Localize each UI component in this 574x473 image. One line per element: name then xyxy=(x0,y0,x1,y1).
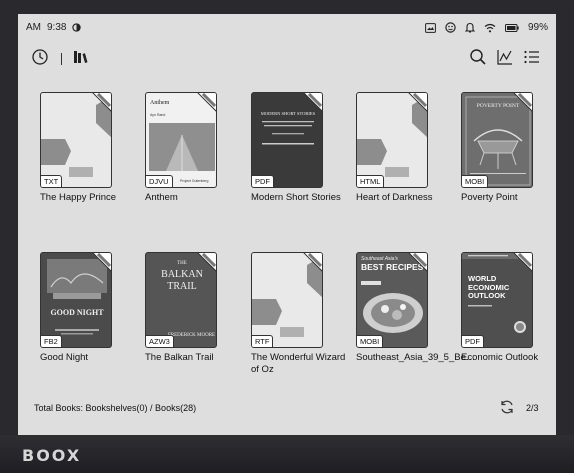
book-title: Heart of Darkness xyxy=(356,192,433,203)
am-pm-label: AM xyxy=(26,22,41,33)
format-badge: TXT xyxy=(41,175,63,187)
format-badge: PDF xyxy=(462,335,484,347)
sync-status-icon xyxy=(72,23,82,32)
chart-icon[interactable] xyxy=(496,48,518,70)
format-badge: PDF xyxy=(252,175,274,187)
screen: AM 9:38 99% TXT The Happy Prince Anthem … xyxy=(18,14,556,435)
book-title: Poverty Point xyxy=(461,192,518,203)
book-cover[interactable]: THE BALKAN TRAIL FREDERICK MOORE AZW3 xyxy=(145,252,217,348)
cover-title: WORLD ECONOMIC OUTLOOK xyxy=(468,274,510,300)
status-bar: AM 9:38 99% xyxy=(18,14,556,40)
book-cover[interactable]: HTML xyxy=(356,92,428,188)
book-title: Southeast_Asia_39_5_Be… xyxy=(356,352,476,363)
format-badge: AZW3 xyxy=(146,335,174,347)
book-cover[interactable]: RTF xyxy=(251,252,323,348)
bookshelf-icon[interactable] xyxy=(72,48,94,70)
book-cover[interactable]: Southeast Asia's BEST RECIPES MOBI xyxy=(356,252,428,348)
format-badge: MOBI xyxy=(462,175,489,187)
new-ribbon-icon xyxy=(303,253,322,272)
book-title: Good Night xyxy=(40,352,89,363)
cover-title: GOOD NIGHT xyxy=(50,308,104,317)
book-cover[interactable]: WORLD ECONOMIC OUTLOOK PDF xyxy=(461,252,533,348)
new-ribbon-icon xyxy=(197,93,216,112)
format-badge: HTML xyxy=(357,175,385,187)
book-title: The Balkan Trail xyxy=(145,352,214,363)
wifi-icon[interactable] xyxy=(484,23,496,33)
new-ribbon-icon xyxy=(408,93,427,112)
new-ribbon-icon xyxy=(92,93,111,112)
book-cover[interactable]: TXT xyxy=(40,92,112,188)
refresh-icon[interactable] xyxy=(499,399,517,417)
book-title: The Wonderful Wizard of Oz xyxy=(251,352,346,375)
book-cover[interactable]: MODERN SHORT STORIES PDF xyxy=(251,92,323,188)
book-cover[interactable]: POVERTY POINT MOBI xyxy=(461,92,533,188)
new-ribbon-icon xyxy=(197,253,216,272)
total-books-label: Total Books: Bookshelves(0) / Books(28) xyxy=(34,403,197,413)
book-title: Economic Outlook xyxy=(461,352,539,363)
battery-icon xyxy=(504,23,519,32)
battery-percent: 99% xyxy=(527,22,548,33)
search-icon[interactable] xyxy=(469,48,491,70)
format-badge: DJVU xyxy=(146,175,173,187)
book-cover[interactable]: Anthem Ayn Rand Project Gutenberg DJVU xyxy=(145,92,217,188)
clock-icon[interactable] xyxy=(31,48,53,70)
cover-footer: Project Gutenberg xyxy=(180,179,209,183)
new-ribbon-icon xyxy=(513,93,532,112)
book-title: The Happy Prince xyxy=(40,192,117,203)
clock-time: 9:38 xyxy=(47,22,67,33)
toolbar-divider xyxy=(61,53,62,65)
book-cover[interactable]: GOOD NIGHT FB2 xyxy=(40,252,112,348)
settings-face-icon[interactable] xyxy=(445,22,456,33)
brand-logo: BOOX xyxy=(22,446,82,465)
new-ribbon-icon xyxy=(303,93,322,112)
cover-author: FREDERICK MOORE xyxy=(168,333,216,338)
device-chin xyxy=(0,435,574,473)
library-footer: Total Books: Bookshelves(0) / Books(28) … xyxy=(18,397,556,421)
format-badge: FB2 xyxy=(41,335,62,347)
format-badge: MOBI xyxy=(357,335,384,347)
new-ribbon-icon xyxy=(513,253,532,272)
new-ribbon-icon xyxy=(92,253,111,272)
format-badge: RTF xyxy=(252,335,274,347)
top-toolbar xyxy=(18,48,556,72)
book-title: Modern Short Stories xyxy=(251,192,341,203)
new-ribbon-icon xyxy=(408,253,427,272)
bell-icon[interactable] xyxy=(464,22,475,33)
list-icon[interactable] xyxy=(523,48,545,70)
book-title: Anthem xyxy=(145,192,178,203)
page-indicator[interactable]: 2/3 xyxy=(526,403,539,413)
screenshot-icon[interactable] xyxy=(425,22,436,33)
